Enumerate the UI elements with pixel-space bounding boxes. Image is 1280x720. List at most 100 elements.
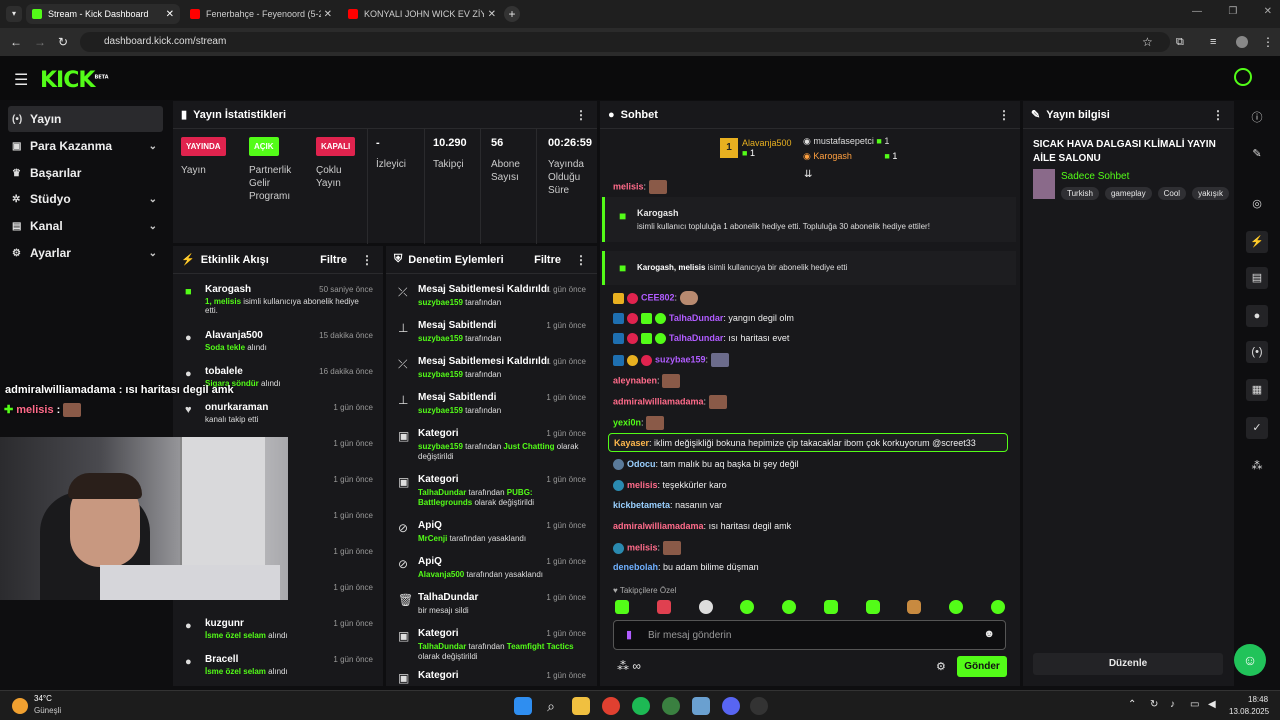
- app-icon[interactable]: [692, 697, 710, 715]
- emote-icon[interactable]: [865, 600, 880, 614]
- hamburger-menu-icon[interactable]: ☰: [14, 70, 28, 90]
- profile-avatar[interactable]: [1236, 36, 1248, 48]
- emote-icon[interactable]: [990, 600, 1005, 614]
- weather-sun-icon[interactable]: [12, 698, 28, 714]
- tray-chevron-icon[interactable]: ⌃: [1128, 699, 1136, 710]
- forward-icon[interactable]: →: [34, 35, 46, 49]
- lightning-icon[interactable]: ⚡: [1246, 231, 1268, 253]
- clock-date[interactable]: 13.08.2025: [1229, 707, 1269, 716]
- emoji-icon[interactable]: ☻: [983, 628, 995, 640]
- extensions-icon[interactable]: ⧉: [1176, 36, 1184, 49]
- close-icon[interactable]: ✕: [488, 9, 496, 20]
- support-chat-icon[interactable]: ☺: [1234, 644, 1266, 676]
- sidebar-item-ayarlar[interactable]: ⚙ Ayarlar ⌄: [8, 240, 163, 266]
- sidebar-item-yayin[interactable]: (•) Yayın: [8, 106, 163, 132]
- send-button[interactable]: Gönder: [957, 656, 1007, 677]
- tab-youtube-1[interactable]: Fenerbahçe - Feyenoord (5-2) M ✕: [184, 4, 338, 24]
- kicks-icon[interactable]: ⁂: [1246, 455, 1268, 477]
- tab-youtube-2[interactable]: KONYALI JOHN WICK EV ZİYAR ✕: [342, 4, 502, 24]
- emote-icon[interactable]: [907, 600, 922, 614]
- wrench-icon[interactable]: ✓: [1246, 417, 1268, 439]
- filter-button[interactable]: Filtre: [534, 254, 561, 266]
- reading-list-icon[interactable]: ≡: [1210, 36, 1216, 48]
- collapse-leaderboard-icon[interactable]: ⇊: [804, 169, 812, 180]
- chat-message[interactable]: melisis:: [613, 180, 667, 194]
- leaderboard-entry[interactable]: Alavanja500 ■ 1: [742, 138, 792, 158]
- bookmark-star-icon[interactable]: ☆: [1142, 35, 1153, 49]
- leaderboard-entry[interactable]: ◉ mustafasepetci ■ 1: [803, 136, 889, 147]
- chat-message[interactable]: denebolah: bu adam bilime düşman: [613, 562, 759, 572]
- chat-message[interactable]: aleynaben:: [613, 374, 681, 388]
- chat-message[interactable]: melisis:: [613, 541, 681, 555]
- broadcast-icon[interactable]: (•): [1246, 341, 1268, 363]
- minimize-icon[interactable]: —: [1192, 6, 1202, 17]
- chat-message[interactable]: admiralwilliamadama:: [613, 395, 727, 409]
- more-options-icon[interactable]: ⋮: [361, 253, 373, 267]
- chat-message[interactable]: yexi0n:: [613, 416, 665, 430]
- file-explorer-icon[interactable]: [572, 697, 590, 715]
- microphone-icon[interactable]: ▮: [626, 628, 632, 641]
- filter-button[interactable]: Filtre: [320, 254, 347, 266]
- windows-start-icon[interactable]: [514, 697, 532, 715]
- sidebar-item-basarilar[interactable]: ♛ Başarılar: [8, 160, 163, 186]
- obs-icon[interactable]: [750, 697, 768, 715]
- sidebar-item-para-kazanma[interactable]: ▣ Para Kazanma ⌄: [8, 133, 163, 159]
- more-options-icon[interactable]: ⋮: [1212, 108, 1224, 122]
- chat-message[interactable]: TalhaDundar: yangın degil olm: [613, 313, 794, 325]
- chat-message[interactable]: admiralwilliamadama: ısı haritası degil …: [613, 521, 791, 531]
- chat-message[interactable]: TalhaDundar: ısı haritası evet: [613, 333, 789, 345]
- emote-icon[interactable]: [782, 600, 797, 614]
- more-options-icon[interactable]: ⋮: [998, 108, 1010, 122]
- browser-menu-icon[interactable]: ⋮: [1262, 35, 1274, 49]
- tag-chip[interactable]: yakışık: [1192, 187, 1229, 200]
- tray-sync-icon[interactable]: ↻: [1150, 699, 1158, 710]
- chat-message[interactable]: CEE802:: [613, 291, 698, 305]
- discord-icon[interactable]: [722, 697, 740, 715]
- tray-network-icon[interactable]: ▭: [1190, 699, 1199, 710]
- back-icon[interactable]: ←: [10, 35, 22, 49]
- new-tab-icon[interactable]: +: [504, 6, 520, 22]
- category-link[interactable]: Sadece Sohbet: [1061, 171, 1129, 182]
- pencil-icon[interactable]: ✎: [1246, 143, 1268, 165]
- emote-icon[interactable]: [740, 600, 755, 614]
- tools-icon[interactable]: ▦: [1246, 379, 1268, 401]
- tray-volume-icon[interactable]: ◀: [1208, 699, 1216, 710]
- tray-mic-icon[interactable]: ♪: [1170, 699, 1175, 710]
- emote-icon[interactable]: [698, 600, 713, 614]
- reload-icon[interactable]: ↻: [58, 35, 68, 49]
- clock-time[interactable]: 18:48: [1248, 695, 1268, 704]
- tag-chip[interactable]: gameplay: [1104, 187, 1152, 200]
- chat-message[interactable]: Odocu: tam malık bu aq başka bi şey deği…: [613, 459, 799, 471]
- spotify-icon[interactable]: [632, 697, 650, 715]
- chat-message[interactable]: melisis: teşekkürler karo: [613, 480, 727, 492]
- kick-logo[interactable]: KICKBETA: [40, 68, 109, 93]
- emote-icon[interactable]: [823, 600, 838, 614]
- chrome-icon[interactable]: [602, 697, 620, 715]
- chat-message[interactable]: suzybae159:: [613, 353, 729, 367]
- close-icon[interactable]: ✕: [324, 9, 332, 20]
- leaderboard-entry[interactable]: ◉ Karogash ■ 1: [803, 151, 897, 162]
- emote-icon[interactable]: [615, 600, 629, 614]
- chrome-profile-icon[interactable]: [662, 697, 680, 715]
- chat-settings-icon[interactable]: ⚙: [936, 660, 946, 673]
- document-icon[interactable]: ▤: [1246, 267, 1268, 289]
- edit-button[interactable]: Düzenle: [1033, 653, 1223, 675]
- maximize-icon[interactable]: ❐: [1228, 6, 1237, 17]
- kick-logo-badge-icon[interactable]: [1234, 68, 1252, 86]
- emote-icon[interactable]: [949, 600, 964, 614]
- info-icon[interactable]: ⓘ: [1246, 107, 1268, 129]
- emote-icon[interactable]: [656, 600, 671, 614]
- target-icon[interactable]: ◎: [1246, 193, 1268, 215]
- close-window-icon[interactable]: ✕: [1264, 6, 1272, 17]
- kicks-balance-icon[interactable]: ⁂ ∞: [617, 659, 641, 673]
- close-icon[interactable]: ✕: [166, 9, 174, 20]
- sidebar-item-studyo[interactable]: ✲ Stüdyo ⌄: [8, 186, 163, 212]
- sidebar-item-kanal[interactable]: ▤ Kanal ⌄: [8, 213, 163, 239]
- chat-message[interactable]: kickbetameta: nasanın var: [613, 500, 722, 510]
- tag-chip[interactable]: Cool: [1157, 187, 1187, 200]
- chat-message[interactable]: Kayaser: iklim değişikliği bokuna hepimi…: [614, 438, 976, 448]
- more-options-icon[interactable]: ⋮: [575, 108, 587, 122]
- chat-bubble-icon[interactable]: ●: [1246, 305, 1268, 327]
- tag-chip[interactable]: Turkish: [1061, 187, 1099, 200]
- url-input[interactable]: dashboard.kick.com/stream: [80, 32, 1170, 52]
